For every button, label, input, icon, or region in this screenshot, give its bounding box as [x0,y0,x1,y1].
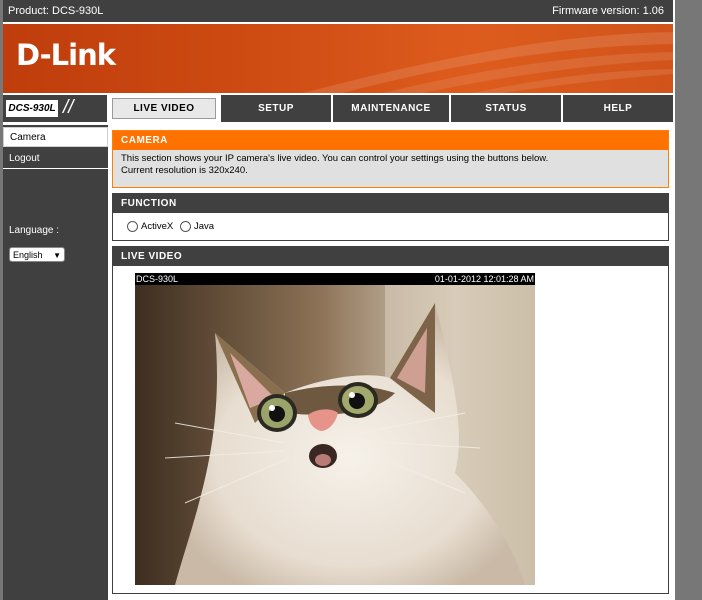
radio-circle-icon [127,221,138,232]
d-link-logo[interactable]: D-Link [16,38,116,72]
camera-section: CAMERA This section shows your IP camera… [112,130,669,188]
cat-video-image [135,273,535,585]
language-select[interactable]: English ▼ [9,247,65,262]
camera-description: This section shows your IP camera's live… [113,150,668,180]
brand-header: D-Link [3,24,673,93]
sidebar-item-camera[interactable]: Camera [3,127,108,147]
radio-java[interactable]: Java [180,221,214,232]
tab-help[interactable]: HELP [563,95,673,122]
live-video-title: LIVE VIDEO [113,247,668,266]
video-camera-name: DCS-930L [136,274,179,284]
top-navigation: DCS-930L // LIVE VIDEO SETUP MAINTENANCE… [3,95,673,123]
language-value: English [13,250,43,260]
radio-activex-label: ActiveX [141,221,174,232]
live-video-feed[interactable]: DCS-930L 01-01-2012 12:01:28 AM [135,273,535,585]
live-video-section: LIVE VIDEO DCS-930L 01-01-2012 12:01:28 … [112,246,669,594]
firmware-label: Firmware version: 1.06 [552,5,664,17]
language-label: Language : [9,225,60,236]
sidebar-item-logout[interactable]: Logout [3,149,108,169]
chevron-down-icon: ▼ [53,251,61,260]
camera-section-title: CAMERA [113,131,668,150]
top-info-bar: Product: DCS-930L Firmware version: 1.06 [3,0,673,24]
radio-circle-icon [180,221,191,232]
product-label: Product: DCS-930L [8,5,104,17]
camera-description-line2: Current resolution is 320x240. [121,165,248,176]
radio-java-label: Java [194,221,215,232]
function-section: FUNCTION ActiveX Java [112,193,669,241]
tab-maintenance[interactable]: MAINTENANCE [333,95,449,122]
sidebar: Camera Logout Language : English ▼ [3,125,108,600]
tab-setup[interactable]: SETUP [221,95,331,122]
function-section-title: FUNCTION [113,194,668,213]
model-tag: DCS-930L [6,100,58,117]
video-timestamp: 01-01-2012 12:01:28 AM [434,274,534,284]
radio-activex[interactable]: ActiveX [127,221,173,232]
tab-live-video[interactable]: LIVE VIDEO [109,95,219,122]
slash-decoration: // [63,97,74,118]
tab-status[interactable]: STATUS [451,95,561,122]
video-overlay-bar: DCS-930L 01-01-2012 12:01:28 AM [135,273,535,285]
model-badge: DCS-930L // [3,95,107,122]
camera-description-line1: This section shows your IP camera's live… [121,153,549,164]
